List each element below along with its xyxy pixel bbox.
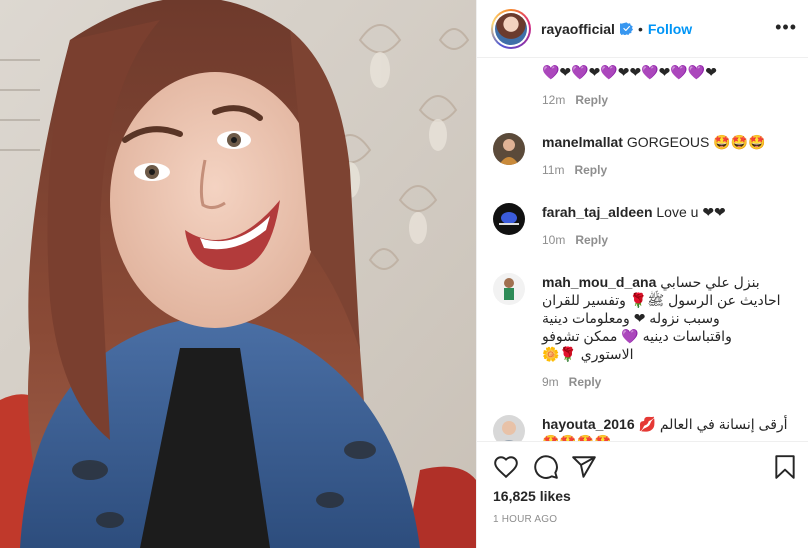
comment-text: farah_taj_aldeen Love u ❤❤ — [542, 203, 799, 221]
comment-meta: 10m Reply — [542, 233, 799, 247]
comment-line: واقتباسات دينيه 💜 ممكن تشوفو — [542, 328, 732, 344]
post-side-panel: rayaofficial • Follow ••• 💜❤💜❤💜❤❤💜❤💜💜❤ 1… — [476, 0, 808, 548]
comment-time: 12m — [542, 93, 566, 107]
commenter-avatar[interactable] — [493, 133, 525, 165]
comment-line: بنزل علي حسابي — [660, 274, 760, 290]
comment-line: الاستوري 🌹🌼 — [542, 346, 634, 362]
comment-item: 💜❤💜❤💜❤❤💜❤💜💜❤ 12m Reply — [493, 63, 799, 107]
comment-content: Love u ❤❤ — [656, 204, 726, 220]
comment-username[interactable]: farah_taj_aldeen — [542, 204, 653, 220]
comment-item: hayouta_2016 أرقى إنسانة في العالم 💋 🤩🤩🤩… — [493, 415, 799, 441]
post-timestamp[interactable]: 1 HOUR AGO — [493, 514, 557, 525]
post-actions: 16,825 likes 1 HOUR AGO — [477, 441, 808, 548]
comment-content: أرقى إنسانة في العالم 💋 — [638, 416, 788, 432]
author-avatar[interactable] — [491, 8, 531, 49]
follow-button[interactable]: Follow — [648, 21, 692, 37]
bookmark-icon[interactable] — [772, 454, 798, 480]
comment-item: manelmallat GORGEOUS 🤩🤩🤩 11m Reply — [493, 133, 799, 177]
reply-button[interactable]: Reply — [574, 163, 607, 177]
reply-button[interactable]: Reply — [569, 375, 602, 389]
post-image — [0, 0, 476, 548]
author-username[interactable]: rayaofficial — [541, 21, 615, 37]
more-options-icon[interactable]: ••• — [775, 18, 797, 36]
commenter-avatar[interactable] — [493, 273, 525, 305]
verified-badge-icon — [619, 22, 633, 35]
heart-icon[interactable] — [493, 454, 519, 480]
comment-time: 9m — [542, 375, 559, 389]
comment-username[interactable]: mah_mou_d_ana — [542, 274, 656, 290]
comment-text: manelmallat GORGEOUS 🤩🤩🤩 — [542, 133, 799, 151]
comment-icon[interactable] — [533, 454, 559, 480]
likes-count[interactable]: 16,825 likes — [493, 488, 571, 504]
paper-plane-icon[interactable] — [571, 454, 597, 480]
commenter-avatar[interactable] — [493, 203, 525, 235]
comment-text: 💜❤💜❤💜❤❤💜❤💜💜❤ — [542, 63, 799, 81]
reply-button[interactable]: Reply — [575, 93, 608, 107]
comment-text: hayouta_2016 أرقى إنسانة في العالم 💋 🤩🤩🤩… — [542, 415, 799, 441]
comment-line: وسبب نزوله ❤ ومعلومات دينية — [542, 310, 720, 326]
comment-meta: 11m Reply — [542, 163, 799, 177]
comment-content: 💜❤💜❤💜❤❤💜❤💜💜❤ — [542, 64, 717, 80]
comment-time: 11m — [542, 163, 565, 177]
header-separator: • — [637, 20, 643, 37]
comment-item: mah_mou_d_ana بنزل علي حسابي احاديث عن ا… — [493, 273, 799, 389]
comment-text: mah_mou_d_ana بنزل علي حسابي احاديث عن ا… — [542, 273, 799, 363]
comment-content: GORGEOUS 🤩🤩🤩 — [626, 134, 766, 150]
reply-button[interactable]: Reply — [575, 233, 608, 247]
comment-line: 🤩🤩🤩🤩 — [542, 433, 799, 441]
post-photo[interactable] — [0, 0, 476, 548]
comments-list[interactable]: 💜❤💜❤💜❤❤💜❤💜💜❤ 12m Reply manelmallat GORGEO… — [477, 59, 808, 441]
comment-item: farah_taj_aldeen Love u ❤❤ 10m Reply — [493, 203, 799, 247]
comment-time: 10m — [542, 233, 566, 247]
comment-meta: 9m Reply — [542, 375, 799, 389]
comment-line: احاديث عن الرسول ﷺ🌹 وتفسير للقران — [542, 292, 781, 308]
comment-username[interactable]: manelmallat — [542, 134, 623, 150]
post-header: rayaofficial • Follow ••• — [477, 0, 808, 58]
comment-meta: 12m Reply — [542, 93, 799, 107]
commenter-avatar[interactable] — [493, 415, 525, 441]
comment-username[interactable]: hayouta_2016 — [542, 416, 635, 432]
